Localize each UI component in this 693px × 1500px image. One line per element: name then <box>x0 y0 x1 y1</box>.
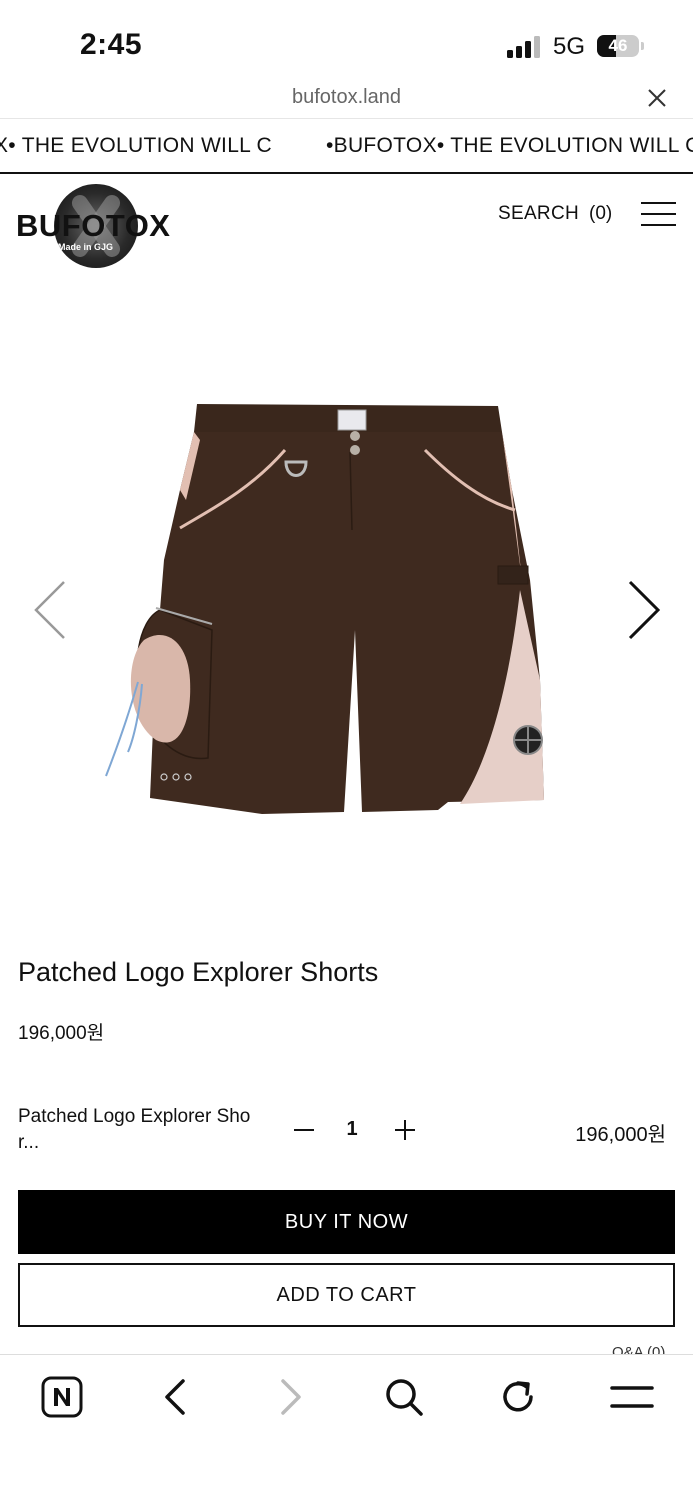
site-logo[interactable]: BUFOTOX Made in GJG <box>16 184 176 270</box>
naver-n-icon[interactable] <box>40 1375 84 1419</box>
browser-bottom-bar <box>0 1354 693 1500</box>
announcement-marquee: X• THE EVOLUTION WILL C •BUFOTOX• THE EV… <box>0 118 693 174</box>
logo-text: BUFOTOX <box>16 208 171 243</box>
qa-link[interactable]: Q&A (0) <box>612 1342 665 1354</box>
battery-icon: 46 <box>597 35 639 57</box>
option-name-line1: Patched Logo Explorer Sho <box>18 1106 251 1127</box>
option-name-line2: r... <box>18 1132 40 1153</box>
url-text[interactable]: bufotox.land <box>0 86 693 109</box>
close-icon[interactable] <box>646 87 668 109</box>
quantity-value[interactable]: 1 <box>342 1118 362 1141</box>
battery-tip <box>641 42 644 50</box>
option-price: 196,000원 <box>575 1124 666 1146</box>
product-price: 196,000원 <box>18 1023 105 1044</box>
quantity-decrease-button[interactable] <box>290 1116 318 1144</box>
reload-icon[interactable] <box>496 1375 540 1419</box>
network-type: 5G <box>553 33 586 60</box>
menu-icon[interactable] <box>610 1375 654 1419</box>
logo-subtext: Made in GJG <box>58 242 114 252</box>
back-icon[interactable] <box>154 1375 198 1419</box>
marquee-item: •BUFOTOX• THE EVOLUTION WILL C <box>326 134 693 157</box>
product-image[interactable] <box>100 380 590 840</box>
status-bar: 2:45 5G 46 <box>0 0 693 78</box>
cart-count-link[interactable]: (0) <box>589 203 612 225</box>
search-link[interactable]: SEARCH <box>498 203 579 225</box>
selected-option-name: Patched Logo Explorer Sho r... <box>18 1104 258 1156</box>
chevron-left-icon[interactable] <box>30 578 70 642</box>
quantity-increase-button[interactable] <box>391 1116 419 1144</box>
chevron-right-icon[interactable] <box>624 578 664 642</box>
product-title: Patched Logo Explorer Shorts <box>18 957 379 987</box>
hamburger-menu-icon[interactable] <box>641 202 676 226</box>
url-bar[interactable]: bufotox.land <box>0 78 693 118</box>
signal-strength-icon <box>507 36 541 58</box>
battery-percent: 46 <box>608 36 628 55</box>
forward-icon[interactable] <box>268 1375 312 1419</box>
status-time: 2:45 <box>80 28 143 61</box>
buy-now-button[interactable]: BUY IT NOW <box>18 1190 675 1254</box>
marquee-item: X• THE EVOLUTION WILL C <box>0 134 272 157</box>
search-icon[interactable] <box>382 1375 426 1419</box>
add-to-cart-button[interactable]: ADD TO CART <box>18 1263 675 1327</box>
